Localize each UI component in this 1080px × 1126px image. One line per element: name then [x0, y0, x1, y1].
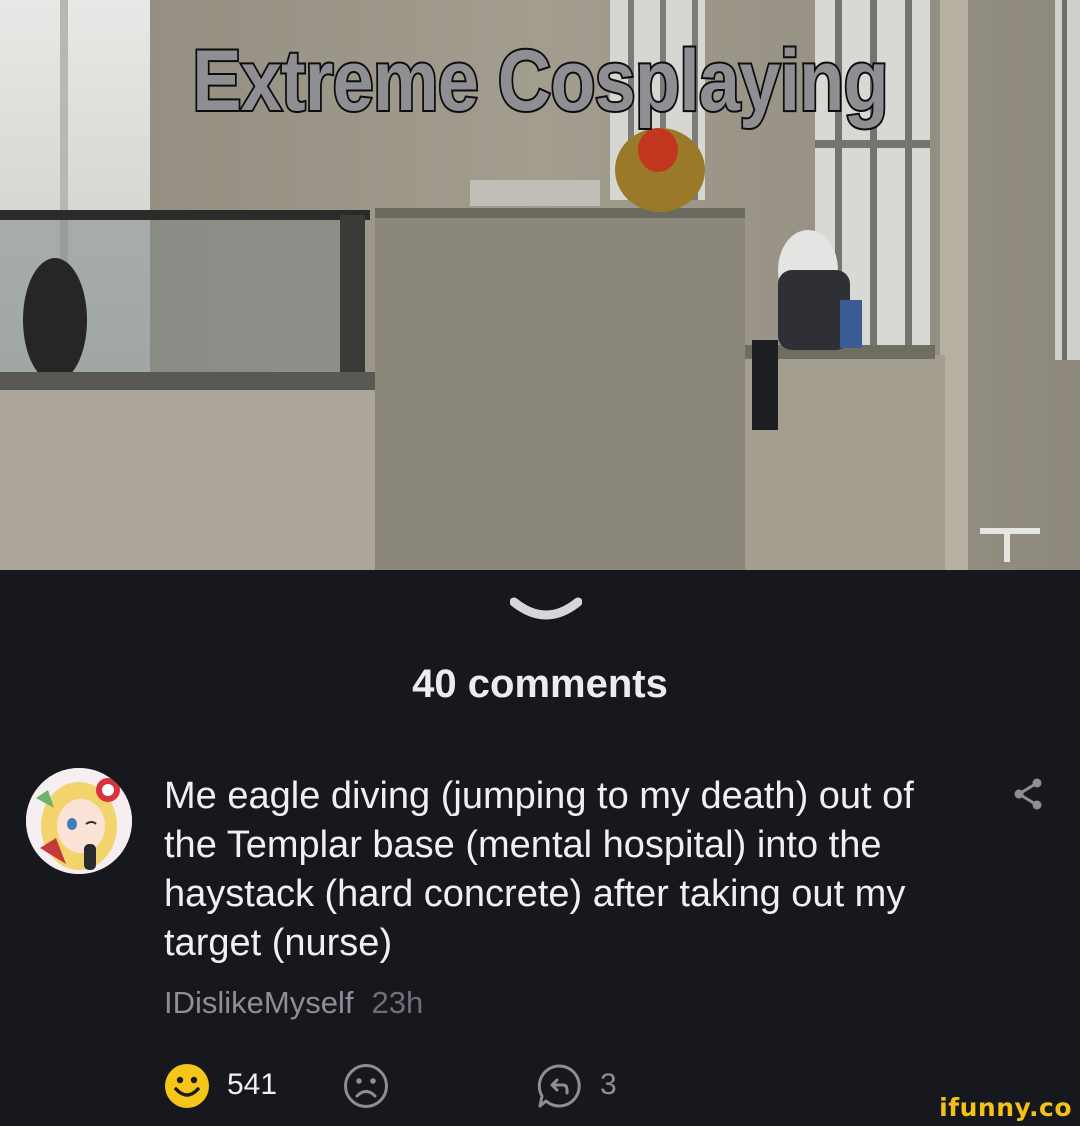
smile-count: 541: [227, 1068, 278, 1101]
meme-image[interactable]: Extreme Cosplaying: [0, 0, 1080, 570]
avatar[interactable]: [26, 768, 132, 874]
comment-item: Me eagle diving (jumping to my death) ou…: [0, 760, 1080, 1126]
comment-text: Me eagle diving (jumping to my death) ou…: [164, 775, 914, 964]
chevron-down-icon[interactable]: [510, 596, 582, 630]
comment-author[interactable]: IDislikeMyself: [164, 985, 353, 1020]
smile-icon[interactable]: [164, 1063, 210, 1109]
comments-count: 40 comments: [412, 662, 668, 706]
frown-icon[interactable]: [343, 1063, 389, 1109]
comment-time: 23h: [371, 985, 424, 1020]
reply-icon[interactable]: [536, 1063, 584, 1109]
avatar-anime-girl-icon: [26, 768, 132, 874]
comment-meta: IDislikeMyself 23h: [164, 985, 423, 1021]
watermark-logo: ifunny.co: [939, 1093, 1072, 1122]
reply-count: 3: [600, 1068, 617, 1101]
share-icon[interactable]: [1010, 776, 1046, 812]
meme-caption: Extreme Cosplaying: [190, 31, 890, 131]
